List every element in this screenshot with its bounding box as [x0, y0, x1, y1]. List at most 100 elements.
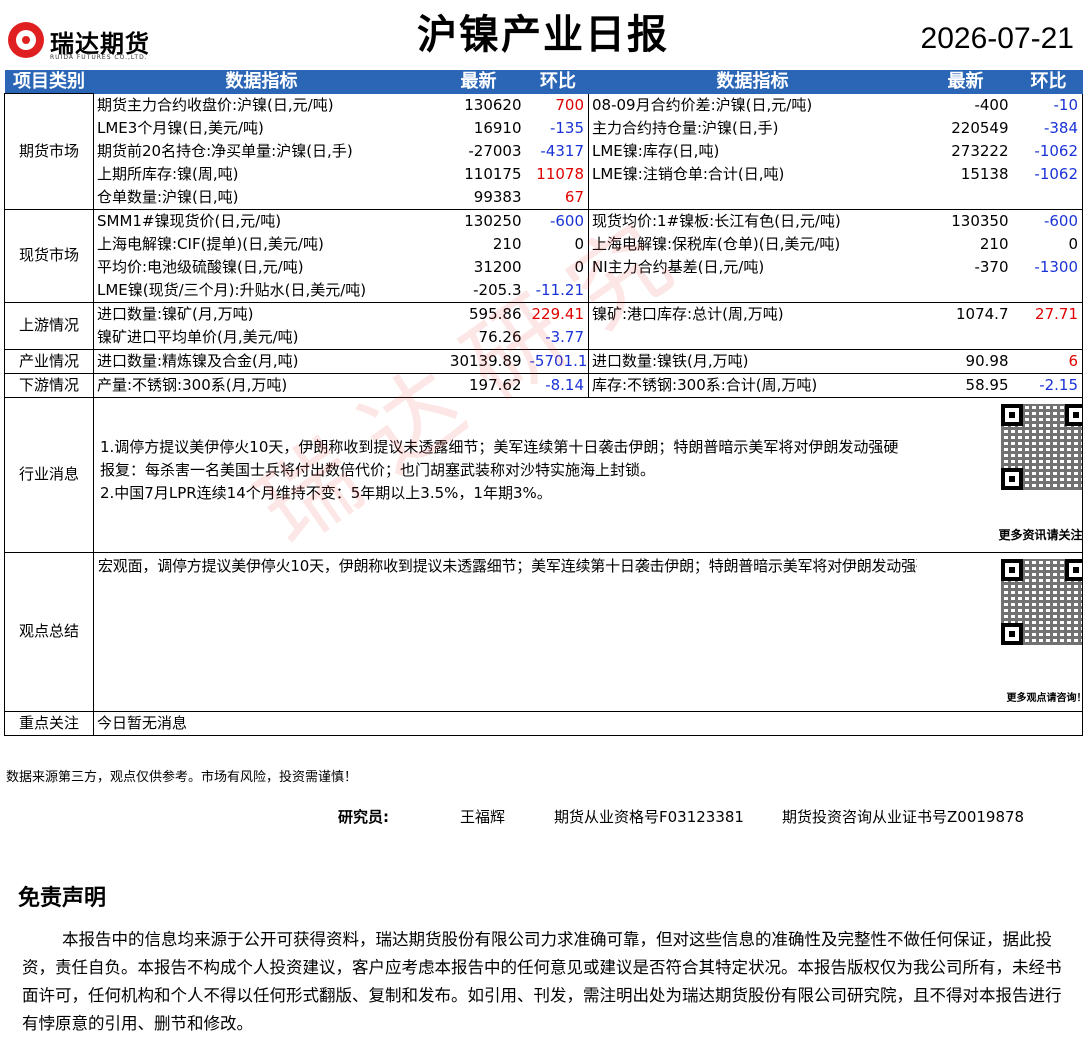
change-value-right: -1300: [1014, 255, 1083, 279]
qr-caption: 更多资讯请关注！: [998, 527, 1083, 542]
latest-value-right: 58.95: [916, 373, 1015, 398]
change-value-right: [1014, 325, 1083, 350]
indicator-name: LME3个月镍(日,美元/吨): [97, 118, 264, 137]
change-value: 229.41: [531, 304, 585, 323]
indicator-name: 上期所库存:镍(周,吨): [97, 164, 239, 183]
indicator-name-right: LME镍:库存(日,吨): [588, 139, 917, 163]
qr-code-icon: [1000, 403, 1082, 490]
latest-value: 595.86: [469, 304, 522, 323]
change-value-right: 0: [1014, 232, 1083, 256]
indicator-name-right: [588, 185, 917, 210]
category-cell: 产业情况: [4, 348, 94, 374]
change-value-right: 27.71: [1014, 302, 1083, 326]
latest-value-right: [916, 185, 1015, 210]
table-row: 产业情况 进口数量:精炼镍及合金(月,吨) 30139.89 -5701.1 进口数量:…: [4, 348, 1083, 374]
focus-label: 重点关注: [4, 710, 94, 736]
qr-caption: 更多观点请咨询！: [1006, 692, 1083, 704]
change-value-right: -1062: [1014, 139, 1083, 163]
indicator-name-right: 上海电解镍:保税库(仓单)(日,美元/吨): [588, 232, 917, 256]
consulting-license-number: 期货投资咨询从业证书号Z0019878: [782, 808, 1025, 826]
view-label: 观点总结: [4, 551, 94, 712]
table-header-row: 项目类别 数据指标 最新 环比 数据指标 最新 环比: [4, 70, 1083, 94]
latest-value-right: 210: [979, 234, 1009, 253]
indicator-name-right: 库存:不锈钢:300系:合计(周,万吨): [588, 373, 917, 398]
change-value-right: [1014, 278, 1083, 303]
indicator-name: SMM1#镍现货价(日,元/吨): [97, 211, 282, 230]
latest-value-right: 273222: [951, 141, 1009, 160]
change-value: -11.21: [527, 278, 589, 303]
latest-value-right: -400: [974, 95, 1009, 114]
table-row: LME3个月镍(日,美元/吨) 16910 -135 主力合约持仓量:沪镍(日,手) 2…: [5, 116, 1083, 140]
change-value-right: [1014, 185, 1083, 210]
latest-value-right: 90.98: [916, 349, 1015, 374]
change-value: 67: [527, 185, 589, 210]
latest-value: 16910: [473, 118, 522, 137]
change-value-right: -384: [1014, 116, 1083, 140]
col-header-category: 项目类别: [4, 70, 94, 94]
change-value: 11078: [536, 164, 584, 183]
table-row: 期货前20名持仓:净买单量:沪镍(日,手) -27003 -4317 LME镍:库存(…: [5, 139, 1083, 163]
indicator-name: 进口数量:精炼镍及合金(月,吨): [93, 349, 430, 374]
table-row: 镍矿进口平均单价(月,美元/吨) 76.26 -3.77: [5, 325, 1083, 350]
change-value: -135: [549, 118, 584, 137]
latest-value-right: [916, 278, 1015, 303]
table-row: 现货市场 SMM1#镍现货价(日,元/吨) 130250 -600 现货均价:1#镍板:…: [4, 208, 1083, 303]
table-row: LME镍(现货/三个月):升贴水(日,美元/吨) -205.3 -11.21: [5, 278, 1083, 303]
report-date: 2026-07-21: [920, 22, 1074, 55]
change-value-right: -1062: [1014, 162, 1083, 186]
focus-row: 重点关注 今日暂无消息: [4, 710, 1083, 736]
category-cell: 现货市场: [4, 208, 94, 303]
latest-value-right: 1074.7: [956, 304, 1009, 323]
latest-value-right: [916, 325, 1015, 350]
news-label: 行业消息: [4, 396, 94, 553]
table-row: 上期所库存:镍(周,吨) 110175 11078 LME镍:注销仓单:合计(日,吨)…: [5, 162, 1083, 186]
news-text: 1.调停方提议美伊停火10天，伊朗称收到提议未透露细节；美军连续第十日袭击伊朗；…: [93, 397, 917, 553]
table-row: 平均价:电池级硫酸镍(日,元/吨) 31200 0 NI主力合约基差(日,元/吨) -3…: [5, 255, 1083, 279]
indicator-name-right: LME镍:注销仓单:合计(日,吨): [588, 162, 917, 186]
indicator-name: 平均价:电池级硫酸镍(日,元/吨): [97, 257, 304, 276]
latest-value: 30139.89: [429, 349, 528, 374]
researcher-label: 研究员:: [338, 808, 389, 826]
indicator-name-right: 主力合约持仓量:沪镍(日,手): [588, 116, 917, 140]
latest-value-right: 220549: [951, 118, 1009, 137]
indicator-name: 仓单数量:沪镍(日,吨): [93, 185, 430, 210]
focus-text: 今日暂无消息: [93, 711, 1083, 736]
latest-value: 210: [492, 234, 522, 253]
indicator-name: 产量:不锈钢:300系(月,万吨): [93, 373, 430, 398]
category-cell: 上游情况: [4, 301, 94, 350]
data-source-note: 数据来源第三方，观点仅供参考。市场有风险，投资需谨慎！: [6, 770, 358, 785]
latest-value-right: -370: [974, 257, 1009, 276]
report-header: 瑞达期货 RUIDA FUTURES CO.,LTD. 沪镍产业日报 2026-…: [0, 0, 1086, 66]
researcher-name: 王福辉: [460, 808, 506, 826]
indicator-name-right: [588, 325, 917, 350]
news-qr-cell: 更多资讯请关注！: [916, 397, 1083, 553]
change-value: 700: [555, 95, 584, 114]
indicator-name-right: 镍矿:港口库存:总计(周,万吨): [588, 302, 917, 326]
latest-value-right: 130350: [951, 211, 1009, 230]
latest-value: -27003: [468, 141, 522, 160]
indicator-name-right: 进口数量:镍铁(月,万吨): [588, 349, 917, 374]
indicator-name: 镍矿进口平均单价(月,美元/吨): [93, 325, 430, 350]
change-value-right: -10: [1014, 93, 1083, 117]
latest-value: 99383: [429, 185, 528, 210]
indicator-name: 进口数量:镍矿(月,万吨): [97, 304, 254, 323]
change-value: -8.14: [527, 373, 589, 398]
category-cell: 下游情况: [4, 372, 94, 398]
indicator-name: LME镍(现货/三个月):升贴水(日,美元/吨): [93, 278, 430, 303]
col-header-indicator: 数据指标: [93, 70, 430, 94]
change-value: -4317: [540, 141, 584, 160]
indicator-name: 期货主力合约收盘价:沪镍(日,元/吨): [97, 95, 334, 114]
indicator-name-right: [588, 278, 917, 303]
indicator-name-right: 08-09月合约价差:沪镍(日,元/吨): [588, 93, 917, 117]
indicator-name: 期货前20名持仓:净买单量:沪镍(日,手): [97, 141, 353, 160]
col-header-change-right: 环比: [1014, 70, 1083, 94]
change-value: 0: [574, 257, 584, 276]
latest-value: 130250: [464, 211, 522, 230]
change-value: -3.77: [527, 325, 589, 350]
table-row: 上海电解镍:CIF(提单)(日,美元/吨) 210 0 上海电解镍:保税库(仓单)(日…: [5, 232, 1083, 256]
latest-value: 197.62: [429, 373, 528, 398]
view-qr-cell: 更多观点请咨询！: [916, 552, 1083, 712]
change-value: 0: [574, 234, 584, 253]
change-value: -600: [549, 211, 584, 230]
data-table: 项目类别 数据指标 最新 环比 数据指标 最新 环比 期货市场 期货主力合约收盘价…: [4, 70, 1083, 736]
